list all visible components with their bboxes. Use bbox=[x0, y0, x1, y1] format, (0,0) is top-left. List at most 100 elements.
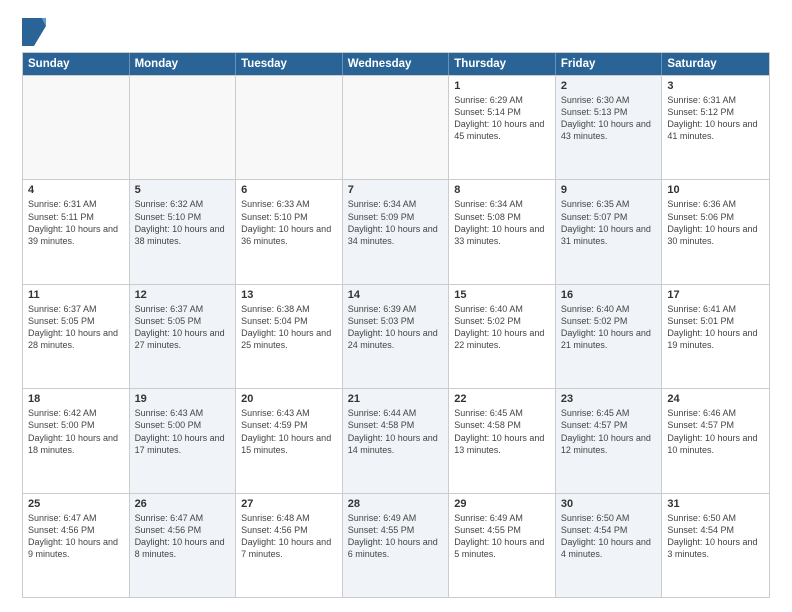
day-info: Sunrise: 6:31 AM Sunset: 5:11 PM Dayligh… bbox=[28, 198, 124, 247]
day-info: Sunrise: 6:39 AM Sunset: 5:03 PM Dayligh… bbox=[348, 303, 444, 352]
calendar-cell: 19Sunrise: 6:43 AM Sunset: 5:00 PM Dayli… bbox=[130, 389, 237, 492]
day-info: Sunrise: 6:47 AM Sunset: 4:56 PM Dayligh… bbox=[135, 512, 231, 561]
calendar-week-1: 1Sunrise: 6:29 AM Sunset: 5:14 PM Daylig… bbox=[23, 75, 769, 179]
day-info: Sunrise: 6:40 AM Sunset: 5:02 PM Dayligh… bbox=[561, 303, 657, 352]
calendar-cell: 17 Sunrise: 6:41 AM Sunset: 5:01 PM Dayli… bbox=[662, 285, 769, 388]
calendar-cell: 11 Sunrise: 6:37 AM Sunset: 5:05 PM Dayli… bbox=[23, 285, 130, 388]
page: SundayMondayTuesdayWednesdayThursdayFrid… bbox=[0, 0, 792, 612]
calendar-cell: 24 Sunrise: 6:46 AM Sunset: 4:57 PM Dayli… bbox=[662, 389, 769, 492]
calendar-header-sunday: Sunday bbox=[23, 53, 130, 75]
day-info: Sunrise: 6:32 AM Sunset: 5:10 PM Dayligh… bbox=[135, 198, 231, 247]
day-info: Sunrise: 6:41 AM Sunset: 5:01 PM Dayligh… bbox=[667, 303, 764, 352]
day-number: 25 bbox=[28, 498, 124, 510]
day-number: 6 bbox=[241, 184, 337, 196]
day-info: Sunrise: 6:31 AM Sunset: 5:12 PM Dayligh… bbox=[667, 94, 764, 143]
day-info: Sunrise: 6:37 AM Sunset: 5:05 PM Dayligh… bbox=[135, 303, 231, 352]
day-number: 20 bbox=[241, 393, 337, 405]
day-number: 24 bbox=[667, 393, 764, 405]
day-number: 14 bbox=[348, 289, 444, 301]
calendar-week-3: 11 Sunrise: 6:37 AM Sunset: 5:05 PM Dayli… bbox=[23, 284, 769, 388]
calendar-header-friday: Friday bbox=[556, 53, 663, 75]
calendar-cell: 26Sunrise: 6:47 AM Sunset: 4:56 PM Dayli… bbox=[130, 494, 237, 597]
calendar-cell: 3 Sunrise: 6:31 AM Sunset: 5:12 PM Daylig… bbox=[662, 76, 769, 179]
day-info: Sunrise: 6:49 AM Sunset: 4:55 PM Dayligh… bbox=[348, 512, 444, 561]
calendar-cell: 8Sunrise: 6:34 AM Sunset: 5:08 PM Daylig… bbox=[449, 180, 556, 283]
calendar-cell: 14 Sunrise: 6:39 AM Sunset: 5:03 PM Dayli… bbox=[343, 285, 450, 388]
logo bbox=[22, 18, 50, 46]
day-number: 15 bbox=[454, 289, 550, 301]
calendar-cell: 23Sunrise: 6:45 AM Sunset: 4:57 PM Dayli… bbox=[556, 389, 663, 492]
calendar-cell bbox=[130, 76, 237, 179]
day-number: 18 bbox=[28, 393, 124, 405]
calendar-cell bbox=[343, 76, 450, 179]
calendar: SundayMondayTuesdayWednesdayThursdayFrid… bbox=[22, 52, 770, 598]
calendar-header-monday: Monday bbox=[130, 53, 237, 75]
day-info: Sunrise: 6:46 AM Sunset: 4:57 PM Dayligh… bbox=[667, 407, 764, 456]
calendar-cell: 21 Sunrise: 6:44 AM Sunset: 4:58 PM Dayli… bbox=[343, 389, 450, 492]
calendar-cell: 9 Sunrise: 6:35 AM Sunset: 5:07 PM Daylig… bbox=[556, 180, 663, 283]
calendar-cell: 18 Sunrise: 6:42 AM Sunset: 5:00 PM Dayli… bbox=[23, 389, 130, 492]
day-number: 23 bbox=[561, 393, 657, 405]
calendar-cell: 28 Sunrise: 6:49 AM Sunset: 4:55 PM Dayli… bbox=[343, 494, 450, 597]
day-number: 12 bbox=[135, 289, 231, 301]
day-number: 7 bbox=[348, 184, 444, 196]
day-number: 21 bbox=[348, 393, 444, 405]
calendar-cell: 27Sunrise: 6:48 AM Sunset: 4:56 PM Dayli… bbox=[236, 494, 343, 597]
day-number: 4 bbox=[28, 184, 124, 196]
day-info: Sunrise: 6:34 AM Sunset: 5:09 PM Dayligh… bbox=[348, 198, 444, 247]
calendar-cell: 12 Sunrise: 6:37 AM Sunset: 5:05 PM Dayli… bbox=[130, 285, 237, 388]
calendar-cell bbox=[23, 76, 130, 179]
header bbox=[22, 18, 770, 46]
day-number: 1 bbox=[454, 80, 550, 92]
day-info: Sunrise: 6:50 AM Sunset: 4:54 PM Dayligh… bbox=[667, 512, 764, 561]
calendar-cell: 15 Sunrise: 6:40 AM Sunset: 5:02 PM Dayli… bbox=[449, 285, 556, 388]
calendar-cell: 4 Sunrise: 6:31 AM Sunset: 5:11 PM Daylig… bbox=[23, 180, 130, 283]
day-number: 29 bbox=[454, 498, 550, 510]
day-info: Sunrise: 6:33 AM Sunset: 5:10 PM Dayligh… bbox=[241, 198, 337, 247]
day-info: Sunrise: 6:44 AM Sunset: 4:58 PM Dayligh… bbox=[348, 407, 444, 456]
calendar-cell: 29 Sunrise: 6:49 AM Sunset: 4:55 PM Dayli… bbox=[449, 494, 556, 597]
calendar-header-tuesday: Tuesday bbox=[236, 53, 343, 75]
day-number: 13 bbox=[241, 289, 337, 301]
calendar-header-wednesday: Wednesday bbox=[343, 53, 450, 75]
calendar-cell bbox=[236, 76, 343, 179]
day-number: 17 bbox=[667, 289, 764, 301]
day-info: Sunrise: 6:45 AM Sunset: 4:58 PM Dayligh… bbox=[454, 407, 550, 456]
day-number: 8 bbox=[454, 184, 550, 196]
calendar-header-row: SundayMondayTuesdayWednesdayThursdayFrid… bbox=[23, 53, 769, 75]
calendar-cell: 25 Sunrise: 6:47 AM Sunset: 4:56 PM Dayli… bbox=[23, 494, 130, 597]
day-info: Sunrise: 6:47 AM Sunset: 4:56 PM Dayligh… bbox=[28, 512, 124, 561]
calendar-body: 1Sunrise: 6:29 AM Sunset: 5:14 PM Daylig… bbox=[23, 75, 769, 597]
calendar-cell: 22Sunrise: 6:45 AM Sunset: 4:58 PM Dayli… bbox=[449, 389, 556, 492]
day-info: Sunrise: 6:38 AM Sunset: 5:04 PM Dayligh… bbox=[241, 303, 337, 352]
calendar-header-saturday: Saturday bbox=[662, 53, 769, 75]
calendar-cell: 31 Sunrise: 6:50 AM Sunset: 4:54 PM Dayli… bbox=[662, 494, 769, 597]
calendar-cell: 20 Sunrise: 6:43 AM Sunset: 4:59 PM Dayli… bbox=[236, 389, 343, 492]
day-number: 28 bbox=[348, 498, 444, 510]
day-number: 3 bbox=[667, 80, 764, 92]
day-number: 2 bbox=[561, 80, 657, 92]
calendar-cell: 6 Sunrise: 6:33 AM Sunset: 5:10 PM Daylig… bbox=[236, 180, 343, 283]
day-number: 16 bbox=[561, 289, 657, 301]
day-info: Sunrise: 6:37 AM Sunset: 5:05 PM Dayligh… bbox=[28, 303, 124, 352]
day-info: Sunrise: 6:50 AM Sunset: 4:54 PM Dayligh… bbox=[561, 512, 657, 561]
day-info: Sunrise: 6:49 AM Sunset: 4:55 PM Dayligh… bbox=[454, 512, 550, 561]
calendar-cell: 7 Sunrise: 6:34 AM Sunset: 5:09 PM Daylig… bbox=[343, 180, 450, 283]
day-number: 5 bbox=[135, 184, 231, 196]
day-number: 31 bbox=[667, 498, 764, 510]
day-number: 9 bbox=[561, 184, 657, 196]
day-info: Sunrise: 6:36 AM Sunset: 5:06 PM Dayligh… bbox=[667, 198, 764, 247]
calendar-week-2: 4 Sunrise: 6:31 AM Sunset: 5:11 PM Daylig… bbox=[23, 179, 769, 283]
day-info: Sunrise: 6:43 AM Sunset: 4:59 PM Dayligh… bbox=[241, 407, 337, 456]
calendar-cell: 10Sunrise: 6:36 AM Sunset: 5:06 PM Dayli… bbox=[662, 180, 769, 283]
day-info: Sunrise: 6:35 AM Sunset: 5:07 PM Dayligh… bbox=[561, 198, 657, 247]
calendar-cell: 1Sunrise: 6:29 AM Sunset: 5:14 PM Daylig… bbox=[449, 76, 556, 179]
day-number: 19 bbox=[135, 393, 231, 405]
day-info: Sunrise: 6:40 AM Sunset: 5:02 PM Dayligh… bbox=[454, 303, 550, 352]
calendar-cell: 13 Sunrise: 6:38 AM Sunset: 5:04 PM Dayli… bbox=[236, 285, 343, 388]
day-number: 27 bbox=[241, 498, 337, 510]
calendar-cell: 16 Sunrise: 6:40 AM Sunset: 5:02 PM Dayli… bbox=[556, 285, 663, 388]
day-info: Sunrise: 6:42 AM Sunset: 5:00 PM Dayligh… bbox=[28, 407, 124, 456]
calendar-cell: 2Sunrise: 6:30 AM Sunset: 5:13 PM Daylig… bbox=[556, 76, 663, 179]
day-number: 11 bbox=[28, 289, 124, 301]
